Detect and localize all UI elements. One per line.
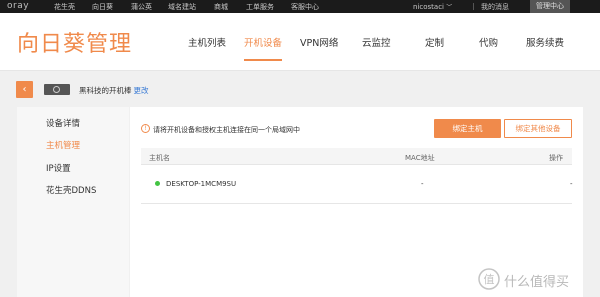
column-header-action: 操作 <box>549 154 563 162</box>
nav-boot-devices[interactable]: 开机设备 <box>244 35 283 61</box>
device-name: 黑科技的开机棒 <box>79 86 132 95</box>
user-menu[interactable]: nicostaci ﹀ <box>413 2 452 11</box>
topbar-link-huashengke[interactable]: 花生壳 <box>54 2 75 12</box>
back-button[interactable]: ‹ <box>16 81 33 98</box>
row-action[interactable]: - <box>570 180 573 188</box>
sidebar-item-device-details[interactable]: 设备详情 <box>46 117 80 129</box>
nav-purchase[interactable]: 代购 <box>479 35 498 49</box>
bind-other-device-button[interactable]: 绑定其他设备 <box>504 119 572 138</box>
sidebar-item-ip-settings[interactable]: IP设置 <box>46 162 71 174</box>
top-bar: oray 花生壳 向日葵 蒲公英 域名建站 商城 工单服务 客服中心 nicos… <box>0 0 600 13</box>
sidebar-item-host-management[interactable]: 主机管理 <box>46 139 80 151</box>
topbar-link-support[interactable]: 客服中心 <box>291 2 319 12</box>
nav-vpn[interactable]: VPN网络 <box>300 35 338 49</box>
nav-custom[interactable]: 定制 <box>425 35 444 49</box>
oray-logo[interactable]: oray <box>7 1 29 11</box>
notice-text: 请将开机设备和授权主机连接在同一个局域网中 <box>153 126 300 134</box>
nav-host-list[interactable]: 主机列表 <box>188 35 226 49</box>
svg-text:值: 值 <box>484 273 495 286</box>
bind-host-button[interactable]: 绑定主机 <box>434 119 501 138</box>
topbar-link-pugongying[interactable]: 蒲公英 <box>131 2 152 12</box>
topbar-link-domain[interactable]: 域名建站 <box>168 2 196 12</box>
online-status-dot <box>155 181 160 186</box>
power-icon <box>53 86 60 93</box>
device-title: 黑科技的开机棒 更改 <box>79 85 149 96</box>
column-header-mac: MAC地址 <box>405 154 435 162</box>
nav-cloud-monitor[interactable]: 云监控 <box>362 35 391 49</box>
chevron-left-icon: ‹ <box>22 84 27 95</box>
watermark-logo: 值 <box>478 268 500 290</box>
info-icon: ! <box>141 124 150 133</box>
rename-link[interactable]: 更改 <box>134 86 149 95</box>
page-title: 向日葵管理 <box>17 32 133 57</box>
messages-link[interactable]: 我的消息 <box>481 2 509 12</box>
mac-address: - <box>421 180 424 188</box>
topbar-link-xiangrikui[interactable]: 向日葵 <box>92 2 113 12</box>
console-button[interactable]: 管理中心 <box>530 0 570 13</box>
topbar-link-mall[interactable]: 商城 <box>214 2 228 12</box>
username: nicostaci <box>413 3 444 11</box>
device-icon <box>44 84 70 95</box>
table-header <box>141 148 572 165</box>
watermark-text: 什么值得买 <box>504 275 570 290</box>
sidebar-item-ddns[interactable]: 花生壳DDNS <box>46 184 96 196</box>
topbar-link-ticket[interactable]: 工单服务 <box>246 2 274 12</box>
chevron-down-icon: ﹀ <box>446 4 453 11</box>
column-header-host: 主机名 <box>149 154 170 162</box>
page-header: 向日葵管理 主机列表 开机设备 VPN网络 云监控 定制 代购 服务续费 <box>0 13 600 71</box>
sidebar <box>17 107 129 297</box>
host-name: DESKTOP-1MCM9SU <box>166 180 237 188</box>
topbar-divider <box>473 3 474 10</box>
nav-renewal[interactable]: 服务续费 <box>526 35 564 49</box>
